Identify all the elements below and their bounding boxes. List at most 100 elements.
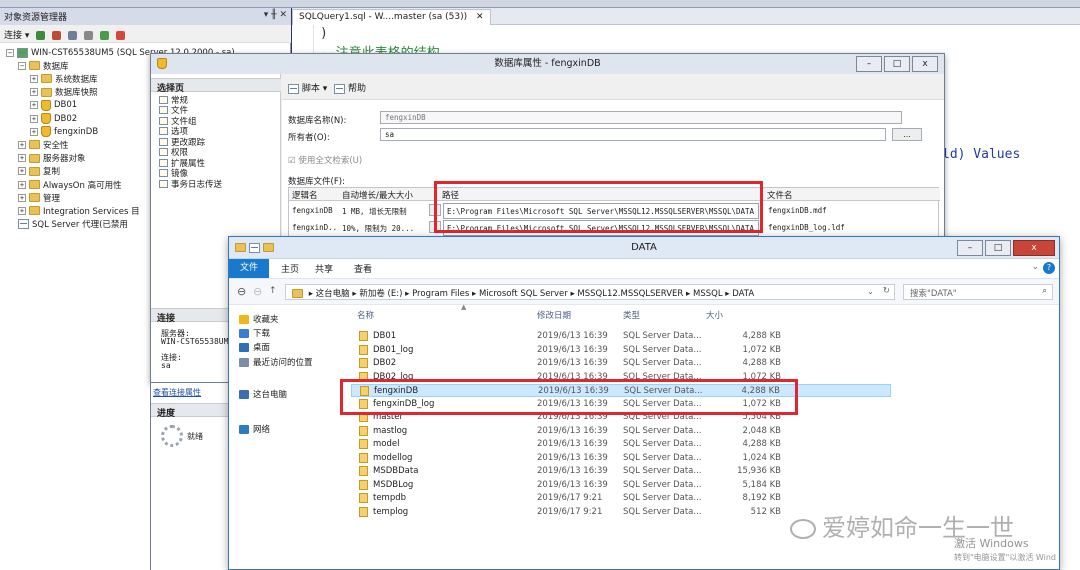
panel-pin-close-icons[interactable]: ▾ ╫ ✕ xyxy=(264,10,287,20)
connect-icon[interactable] xyxy=(36,31,46,40)
autogrowth-browse-button[interactable] xyxy=(429,204,441,216)
cell-filename[interactable]: fengxinDB.mdf xyxy=(765,203,939,219)
nav-item[interactable]: 收藏夹 xyxy=(239,313,279,325)
owner-browse-button[interactable]: ... xyxy=(892,128,922,141)
disconnect-icon[interactable] xyxy=(52,31,62,40)
file-row[interactable]: fengxinDB_log 2019/6/13 16:39 SQL Server D… xyxy=(351,398,891,411)
nav-item[interactable]: 下载 xyxy=(239,327,270,339)
tree-node[interactable]: + DB01 xyxy=(30,99,77,112)
file-row[interactable]: fengxinDB 2019/6/13 16:39 SQL Server Data.… xyxy=(351,384,891,397)
file-row[interactable]: model 2019/6/13 16:39 SQL Server Data... 4,… xyxy=(351,438,891,451)
file-row[interactable]: MSDBLog 2019/6/13 16:39 SQL Server Data...… xyxy=(351,479,891,492)
forward-arrow-icon[interactable]: ⊖ xyxy=(253,285,262,298)
fulltext-checkbox[interactable]: ☑ 使用全文检索(U) xyxy=(288,154,362,166)
file-row[interactable]: DB01_log 2019/6/13 16:39 SQL Server Data..… xyxy=(351,344,891,357)
file-row[interactable]: DB01 2019/6/13 16:39 SQL Server Data... 4,2… xyxy=(351,330,891,343)
expand-icon[interactable]: + xyxy=(30,114,38,123)
help-icon[interactable]: ? xyxy=(1043,262,1055,274)
address-bar[interactable]: ▸ 这台电脑 ▸ 新加卷 (E:) ▸ Program Files ▸ Micr… xyxy=(285,284,895,300)
expand-icon[interactable]: + xyxy=(18,193,26,202)
cell-autogrowth[interactable]: 1 MB, 增长无限制 xyxy=(339,203,429,219)
cell-path[interactable]: E:\Program Files\Microsoft SQL Server\MS… xyxy=(443,203,759,219)
col-name[interactable]: 名称 xyxy=(357,309,374,321)
col-logical-name[interactable]: 逻辑名 xyxy=(289,188,339,201)
cell-logical-name[interactable]: fengxinD... xyxy=(289,220,339,236)
minimize-button[interactable]: – xyxy=(856,56,882,72)
ribbon-tab-share[interactable]: 共享 xyxy=(315,262,333,275)
expand-icon[interactable]: + xyxy=(18,140,26,149)
autogrowth-browse-button[interactable] xyxy=(429,221,441,233)
maximize-button[interactable]: □ xyxy=(884,56,910,72)
ribbon-tab-file[interactable]: 文件 xyxy=(229,259,269,278)
col-size[interactable]: 大小 xyxy=(706,309,723,321)
tree-node[interactable]: + DB02 xyxy=(30,112,77,125)
file-row[interactable]: mastlog 2019/6/13 16:39 SQL Server Data...… xyxy=(351,425,891,438)
cell-autogrowth[interactable]: 10%, 限制为 20... xyxy=(339,220,429,236)
tree-node[interactable]: + Integration Services 目 xyxy=(18,204,140,217)
tree-node[interactable]: SQL Server 代理(已禁用 xyxy=(18,218,128,231)
expand-icon[interactable]: + xyxy=(18,180,26,189)
tree-node[interactable]: + fengxinDB xyxy=(30,125,98,138)
cell-filename[interactable]: fengxinDB_log.ldf xyxy=(765,220,939,236)
tree-node[interactable]: − 数据库 xyxy=(18,59,69,72)
tree-node[interactable]: + 安全性 xyxy=(18,138,69,151)
up-arrow-icon[interactable]: ↑ xyxy=(269,286,277,296)
search-icon[interactable]: ⌕ xyxy=(1042,286,1047,296)
expand-icon[interactable]: + xyxy=(18,154,26,163)
expand-icon[interactable]: + xyxy=(30,74,38,83)
col-path[interactable]: 路径 xyxy=(439,188,764,201)
expand-icon[interactable]: + xyxy=(18,206,26,215)
file-row[interactable]: tempdb 2019/6/17 9:21 SQL Server Data... 8,… xyxy=(351,492,891,505)
collapse-icon[interactable]: − xyxy=(6,48,14,57)
nav-item[interactable]: 网络 xyxy=(239,423,270,435)
search-input[interactable]: 搜索"DATA" ⌕ xyxy=(903,284,1053,300)
close-icon[interactable]: ✕ xyxy=(476,12,484,22)
refresh-icon[interactable] xyxy=(99,31,109,40)
minimize-button[interactable]: – xyxy=(957,240,983,256)
nav-item[interactable]: 这台电脑 xyxy=(239,388,287,400)
nav-item[interactable]: 桌面 xyxy=(239,341,270,353)
col-type[interactable]: 类型 xyxy=(623,309,640,321)
cell-path[interactable]: E:\Program Files\Microsoft SQL Server\MS… xyxy=(443,220,759,236)
stop-icon[interactable] xyxy=(68,31,78,40)
tab-sqlquery1[interactable]: SQLQuery1.sql - W....master (sa (53)) ✕ xyxy=(292,9,491,25)
expand-icon[interactable]: + xyxy=(18,167,26,176)
file-row[interactable]: MSDBData 2019/6/13 16:39 SQL Server Data..… xyxy=(351,465,891,478)
cell-logical-name[interactable]: fengxinDB xyxy=(289,203,339,219)
activity-monitor-icon[interactable] xyxy=(115,31,125,40)
expand-icon[interactable]: + xyxy=(30,101,38,110)
refresh-icon[interactable]: ↻ xyxy=(883,286,890,296)
col-date[interactable]: 修改日期 xyxy=(537,309,571,321)
owner-field[interactable]: sa xyxy=(380,128,886,141)
help-button[interactable]: 帮助 xyxy=(348,84,366,94)
back-arrow-icon[interactable]: ⊖ xyxy=(237,285,246,298)
nav-item[interactable]: 最近访问的位置 xyxy=(239,356,313,368)
expand-icon[interactable]: + xyxy=(30,88,38,97)
file-row[interactable]: DB02_log 2019/6/13 16:39 SQL Server Data..… xyxy=(351,371,891,384)
close-button[interactable]: x xyxy=(1013,240,1055,256)
maximize-button[interactable]: □ xyxy=(985,240,1011,256)
close-button[interactable]: x xyxy=(912,56,938,72)
expand-icon[interactable]: + xyxy=(30,127,38,136)
tree-node[interactable]: + 复制 xyxy=(18,165,60,178)
view-connection-link[interactable]: 查看连接属性 xyxy=(153,387,201,398)
tree-node[interactable]: + 系统数据库 xyxy=(30,72,98,85)
tree-node[interactable]: + 服务器对象 xyxy=(18,152,86,165)
file-row[interactable]: DB02 2019/6/13 16:39 SQL Server Data... 4,2… xyxy=(351,357,891,370)
connect-button[interactable]: 连接 ▾ xyxy=(4,31,29,41)
collapse-icon[interactable]: − xyxy=(18,61,26,70)
file-row[interactable]: modellog 2019/6/13 16:39 SQL Server Data..… xyxy=(351,452,891,465)
tree-node[interactable]: + AlwaysOn 高可用性 xyxy=(18,178,122,191)
chevron-down-icon[interactable]: ⌄ xyxy=(1031,262,1039,272)
tree-node[interactable]: + 管理 xyxy=(18,191,60,204)
col-filename[interactable]: 文件名 xyxy=(764,188,940,201)
col-autogrowth[interactable]: 自动增长/最大大小 xyxy=(339,188,439,201)
script-button[interactable]: 脚本 ▾ xyxy=(302,84,327,94)
page-item[interactable]: 事务日志传送 xyxy=(159,178,222,190)
tree-node[interactable]: + 数据库快照 xyxy=(30,86,98,99)
filter-icon[interactable] xyxy=(83,31,93,40)
file-row[interactable]: master 2019/6/13 16:39 SQL Server Data... 5… xyxy=(351,411,891,424)
ribbon-tab-home[interactable]: 主页 xyxy=(281,262,299,275)
chevron-down-icon[interactable]: ⌄ xyxy=(867,287,874,297)
db-name-field[interactable]: fengxinDB xyxy=(380,111,902,124)
